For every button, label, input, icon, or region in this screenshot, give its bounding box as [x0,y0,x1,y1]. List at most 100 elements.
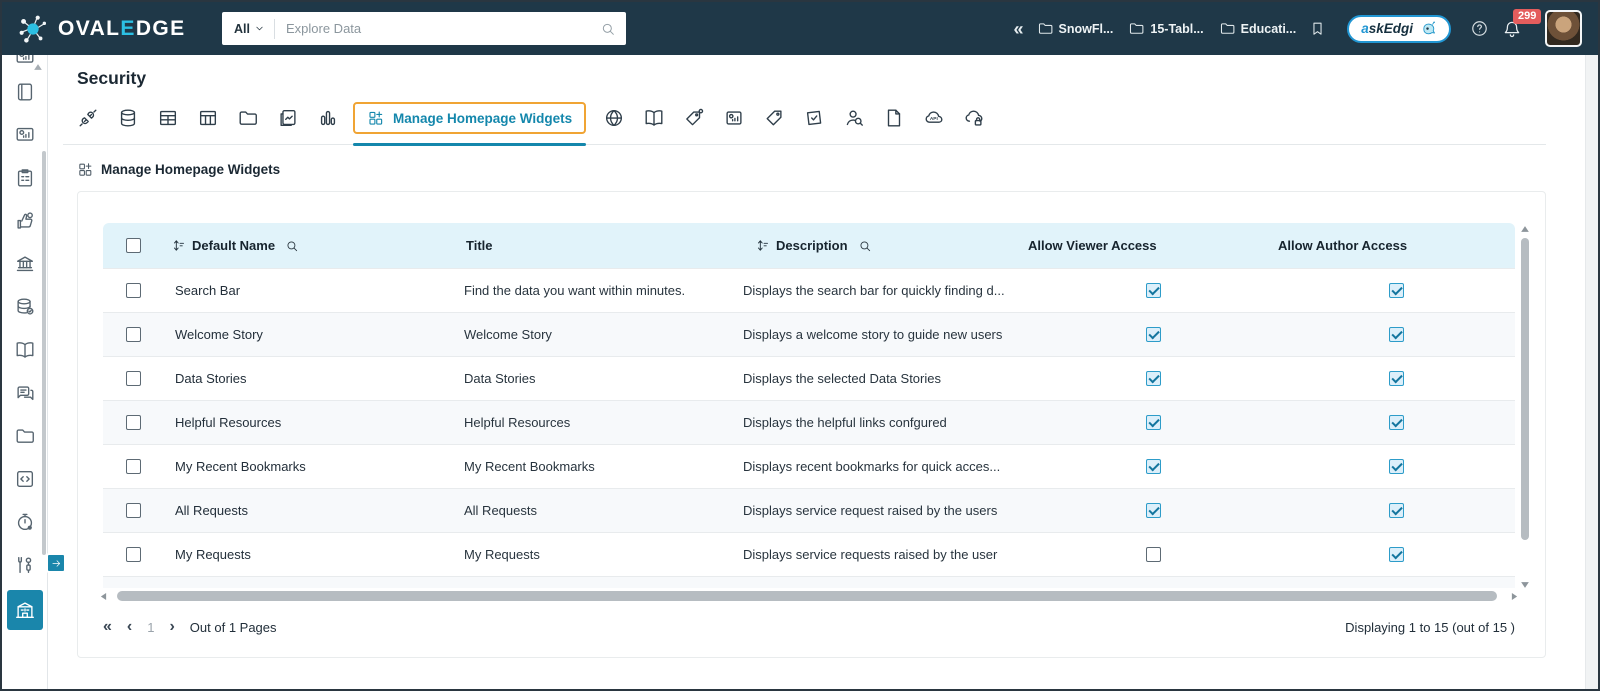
search-icon[interactable] [600,21,616,37]
author-access-checkbox[interactable] [1389,371,1404,386]
sidebar-item-query-sheet[interactable] [2,457,47,500]
table-row[interactable]: All Requests All Requests Displays service… [103,488,1515,532]
vertical-scrollbar-thumb[interactable] [1521,238,1529,540]
tab-domains[interactable] [603,107,625,129]
sidebar-scroll-up-icon[interactable] [33,62,43,72]
viewer-access-checkbox[interactable] [1145,459,1161,474]
column-header-description[interactable]: Description [776,238,848,253]
tab-tags[interactable] [763,107,785,129]
bookmark-icon[interactable] [1309,20,1326,37]
tab-databases[interactable] [117,107,139,129]
viewer-access-checkbox[interactable] [1145,415,1161,430]
row-checkbox[interactable] [125,503,141,518]
author-access-checkbox[interactable] [1389,327,1404,342]
table-row[interactable]: My Requests My Requests Displays service r… [103,532,1515,576]
scroll-up-icon[interactable] [1520,224,1530,234]
ovaledge-logo[interactable]: OVALEDGE [16,12,218,46]
sidebar-item-files[interactable] [2,414,47,457]
widget-icon [367,109,385,127]
author-access-checkbox[interactable] [1389,415,1404,430]
author-access-checkbox[interactable] [1389,503,1404,518]
sidebar-item-glossary[interactable] [2,328,47,371]
row-checkbox[interactable] [125,283,141,298]
column-search-icon[interactable] [285,239,299,253]
tab-documents[interactable] [883,107,905,129]
tab-user-audit[interactable] [843,107,865,129]
tab-manage-homepage-widgets[interactable]: Manage Homepage Widgets [353,102,587,134]
page-scrollbar-track[interactable] [1585,55,1598,689]
viewer-access-checkbox[interactable] [1145,547,1161,562]
tab-terms[interactable] [683,107,705,129]
viewer-access-checkbox[interactable] [1145,327,1161,342]
tab-folders[interactable] [237,107,259,129]
tab-approvals[interactable] [803,107,825,129]
recent-tab-2[interactable]: 15-Tabl... [1128,20,1204,37]
sidebar-item-endorse[interactable] [2,199,47,242]
tab-glossary[interactable] [643,107,665,129]
sort-icon[interactable] [755,238,770,253]
notifications[interactable]: 299 [1502,8,1542,39]
scroll-down-icon[interactable] [1520,580,1530,590]
tab-reports[interactable] [317,107,339,129]
sidebar-item-jobs[interactable] [2,500,47,543]
row-checkbox[interactable] [125,415,141,430]
table-cell: My Requests [175,547,251,562]
user-avatar[interactable] [1545,10,1582,47]
table-row[interactable]: Search Bar Find the data you want within … [103,268,1515,312]
sidebar-item-collaboration[interactable] [2,371,47,414]
sidebar-scrollbar-thumb[interactable] [42,151,46,555]
tab-api-security[interactable] [963,107,985,129]
viewer-access-checkbox[interactable] [1145,371,1161,386]
sidebar-item-security[interactable] [2,586,47,634]
previous-page-button[interactable]: ‹ [127,619,132,635]
table-row[interactable]: Helpful Resources Helpful Resources Displa… [103,400,1515,444]
search-scope-dropdown[interactable]: All [234,22,265,36]
recent-tab-3[interactable]: Educati... [1219,20,1296,37]
table-row[interactable]: Welcome Story Welcome Story Displays a wel… [103,312,1515,356]
table-row[interactable]: Data Stories Data Stories Displays the sel… [103,356,1515,400]
tab-queries[interactable] [277,107,299,129]
scroll-right-icon[interactable] [1510,592,1519,601]
collapse-tabs-icon[interactable]: « [1014,20,1024,38]
sidebar-item-data-quality[interactable] [2,285,47,328]
tab-api-access[interactable]: API [923,107,945,129]
askedgi-button[interactable]: askEdgi [1347,14,1451,43]
author-access-checkbox[interactable] [1389,547,1404,562]
viewer-access-checkbox[interactable] [1145,503,1161,518]
sidebar-item-clipboard[interactable] [2,156,47,199]
sidebar-item-governance[interactable] [2,242,47,285]
column-header-default-name[interactable]: Default Name [192,238,275,253]
current-page-number[interactable]: 1 [147,620,154,635]
author-access-checkbox[interactable] [1389,459,1404,474]
row-checkbox[interactable] [125,459,141,474]
select-all-checkbox[interactable] [125,238,141,253]
sidebar-item-journal[interactable] [2,70,47,113]
first-page-button[interactable]: « [103,619,112,635]
table-cell: Welcome Story [464,327,552,342]
sort-icon[interactable] [171,238,186,253]
sidebar-item-dashboard[interactable] [2,113,47,156]
sidebar-item-tools[interactable] [2,543,47,586]
column-header-title[interactable]: Title [466,238,493,253]
viewer-access-checkbox[interactable] [1145,283,1161,298]
search-input[interactable] [283,20,591,37]
tab-connectors[interactable] [77,107,99,129]
row-checkbox[interactable] [125,547,141,562]
author-access-checkbox[interactable] [1389,283,1404,298]
scroll-left-icon[interactable] [99,592,108,601]
section-heading: Manage Homepage Widgets [77,161,1598,178]
column-search-icon[interactable] [858,239,872,253]
help-icon[interactable] [1470,19,1489,38]
recent-tab-1[interactable]: SnowFl... [1037,20,1113,37]
tab-tables[interactable] [157,107,179,129]
table-row[interactable]: My Recent Bookmarks My Recent Bookmarks Di… [103,444,1515,488]
row-checkbox[interactable] [125,371,141,386]
horizontal-scrollbar-thumb[interactable] [117,591,1497,601]
row-checkbox[interactable] [125,327,141,342]
horizontal-scrollbar-track[interactable] [111,591,1507,601]
sidebar-expand-button[interactable] [46,553,66,573]
table-cell [1028,371,1278,386]
next-page-button[interactable]: › [169,619,174,635]
tab-report-items[interactable] [723,107,745,129]
tab-table-columns[interactable] [197,107,219,129]
